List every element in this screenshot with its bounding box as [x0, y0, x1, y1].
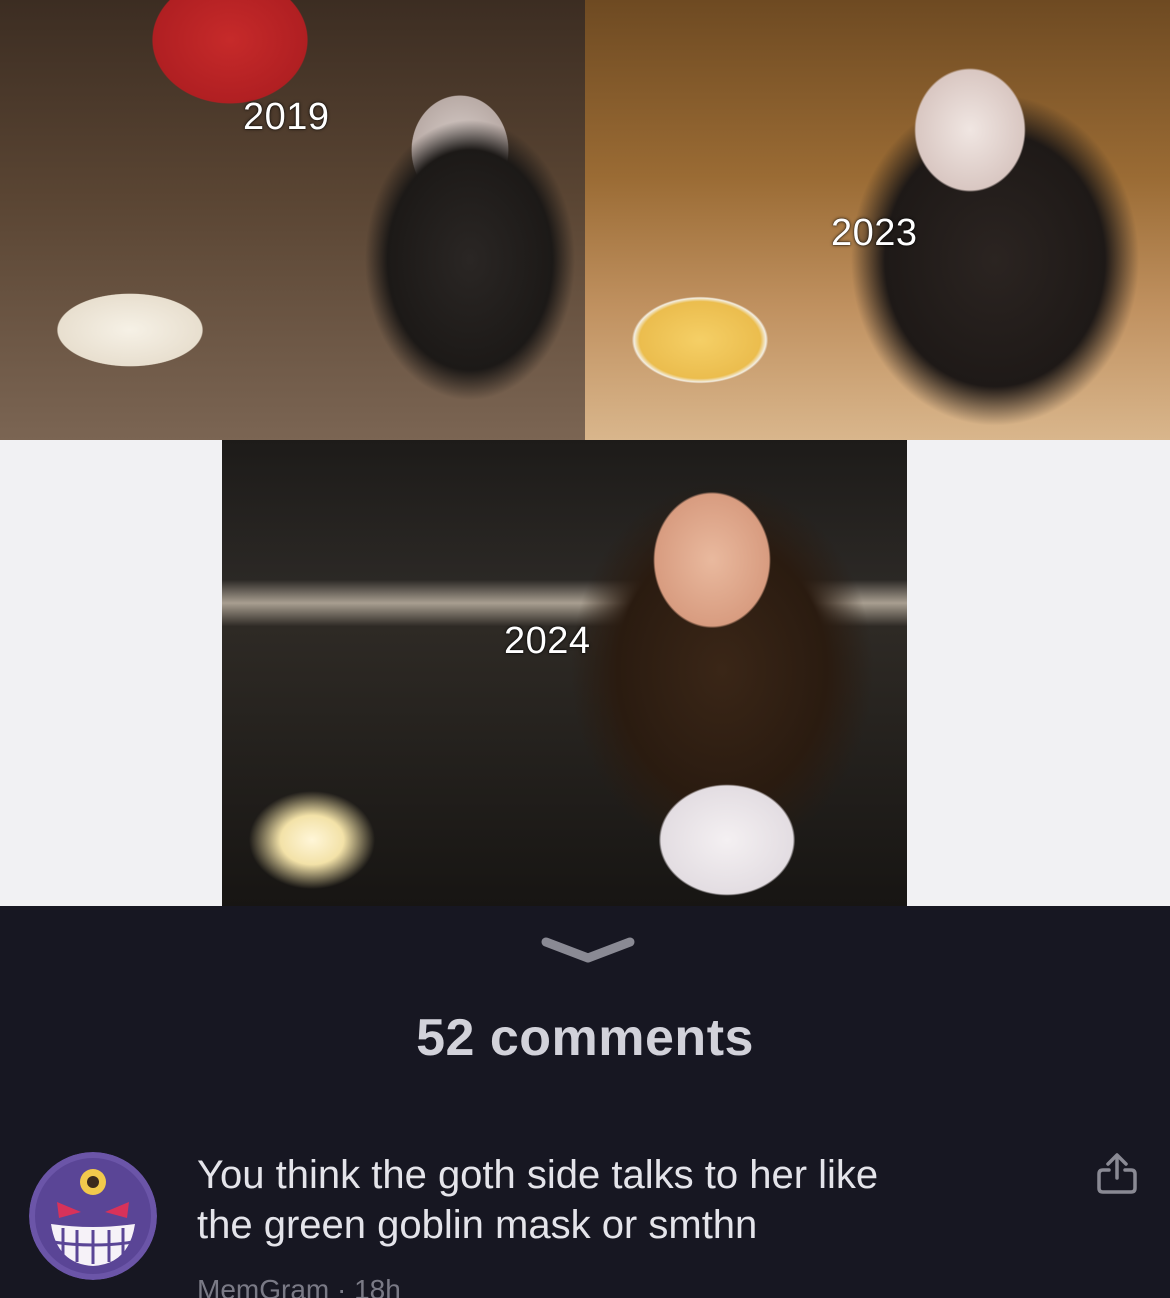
- comment-text: You think the goth side talks to her lik…: [197, 1150, 1037, 1250]
- share-upload-icon[interactable]: [1094, 1150, 1140, 1196]
- comments-panel: 52 comments You think the goth side talk…: [0, 906, 1170, 1298]
- year-label-2024: 2024: [504, 620, 591, 662]
- year-label-2023: 2023: [831, 212, 918, 254]
- year-label-2019: 2019: [243, 96, 330, 138]
- comment-text-line-2: the green goblin mask or smthn: [197, 1203, 758, 1247]
- photo-2019[interactable]: 2019: [0, 0, 585, 440]
- photo-collage: 2019 2023 2024: [0, 0, 1170, 906]
- app-screen: 2019 2023 2024 52 comments You think the…: [0, 0, 1170, 1298]
- comments-count: 52 comments: [416, 1009, 754, 1067]
- comment-text-line-1: You think the goth side talks to her lik…: [197, 1153, 879, 1197]
- photo-2023[interactable]: 2023: [585, 0, 1170, 440]
- comment-meta[interactable]: MemGram · 18h: [197, 1274, 401, 1298]
- chevron-down-icon[interactable]: [540, 936, 636, 964]
- photo-2024[interactable]: 2024: [222, 440, 907, 906]
- gengar-avatar-icon[interactable]: [29, 1152, 157, 1280]
